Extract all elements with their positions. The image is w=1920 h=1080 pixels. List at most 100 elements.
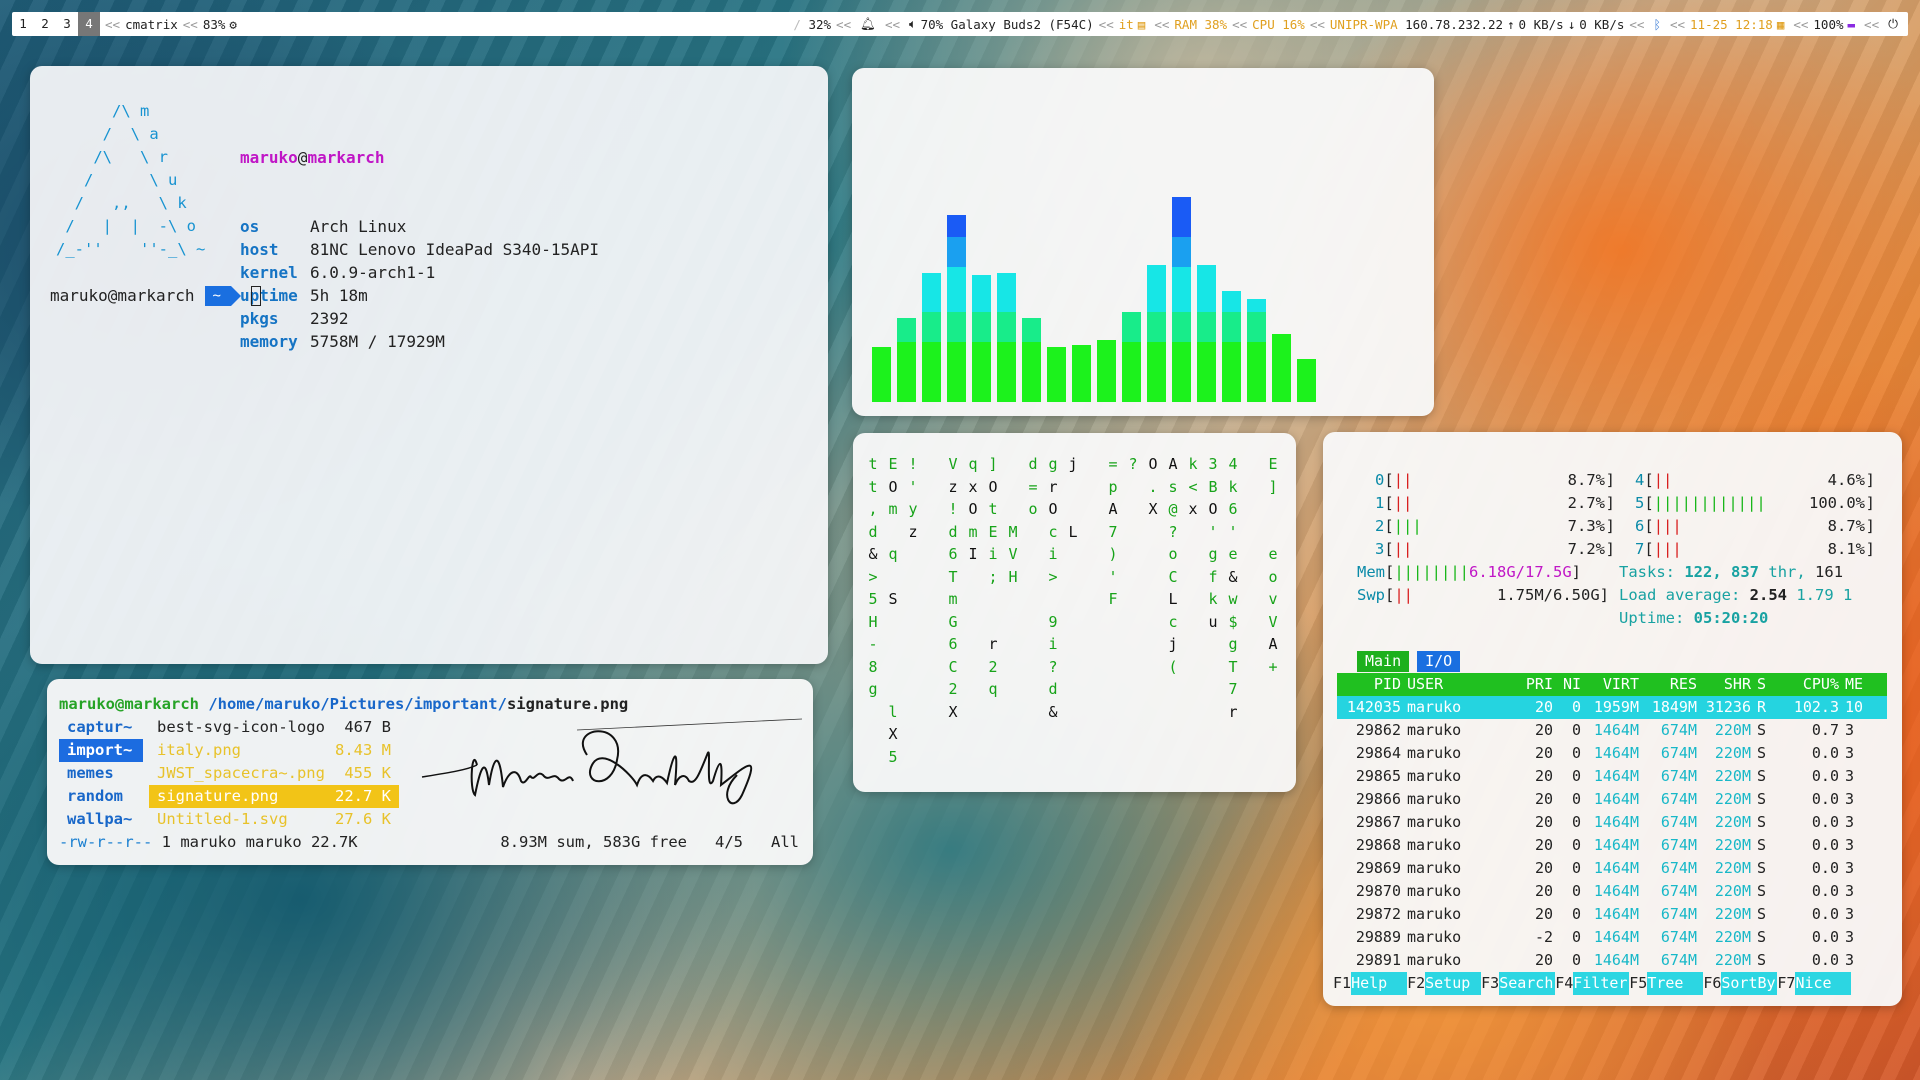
table-row[interactable]: 29870 maruko 20 0 1464M 674M 220M S 0.0 3 [1337, 880, 1887, 903]
workspace-2[interactable]: 2 [34, 12, 56, 36]
file-item[interactable]: italy.png 8.43 M [149, 739, 399, 762]
bluetooth-device[interactable]: Galaxy Buds2 (F54C) [951, 17, 1094, 32]
table-cell: 220M [1714, 767, 1751, 785]
table-row[interactable]: 29889 maruko -2 0 1464M 674M 220M S 0.0 3 [1337, 926, 1887, 949]
audio-bar-segment [897, 318, 916, 327]
speaker-icon[interactable]: 🔈︎ [909, 16, 917, 32]
table-cell: 1464M [1593, 836, 1639, 854]
matrix-glyph: g [1048, 455, 1058, 473]
audio-bar [1072, 345, 1091, 402]
table-row[interactable]: 29864 maruko 20 0 1464M 674M 220M S 0.0 3 [1337, 742, 1887, 765]
parent-dir-item[interactable]: random [59, 785, 143, 808]
workspace-1[interactable]: 1 [12, 12, 34, 36]
fkey-f5[interactable]: F5 [1629, 972, 1647, 995]
shell-prompt[interactable]: maruko@markarch ~ [50, 284, 261, 307]
matrix-glyph: F [1108, 590, 1118, 608]
table-cell: 0 [1571, 882, 1581, 900]
parent-dir-item[interactable]: import~ [59, 739, 143, 762]
table-row[interactable]: 29872 maruko 20 0 1464M 674M 220M S 0.0 3 [1337, 903, 1887, 926]
tab-io[interactable]: I/O [1417, 651, 1461, 672]
file-item[interactable]: signature.png 22.7 K [149, 785, 399, 808]
ranger-window[interactable]: maruko@markarch /home/maruko/Pictures/im… [47, 679, 813, 865]
audio-bar-segment [1247, 327, 1266, 342]
logo-line: /_-'' ''-_\ ~ [56, 240, 206, 258]
audio-bar-segment [997, 312, 1016, 327]
column-header[interactable]: VIRT [1583, 673, 1639, 696]
table-row[interactable]: 142035 maruko 20 0 1959M 1849M 31236 R 102.3 10 [1337, 696, 1887, 719]
fkey-f4[interactable]: F4 [1555, 972, 1573, 995]
matrix-column: g r Oc i > 9 i? d & [1043, 453, 1063, 723]
column-header[interactable]: SHR [1699, 673, 1751, 696]
matrix-glyph: z [908, 522, 918, 541]
bluetooth-icon[interactable]: ᛒ [1653, 17, 1661, 32]
logo-line: / \ u [56, 171, 178, 189]
table-cell: 20 [1534, 859, 1553, 877]
audio-bar-segment [1222, 372, 1241, 387]
column-header[interactable]: S [1757, 673, 1771, 696]
workspace-3[interactable]: 3 [56, 12, 78, 36]
gear-icon[interactable]: ⚙ [229, 17, 237, 32]
tab-main[interactable]: Main [1357, 651, 1410, 672]
file-item[interactable]: Untitled-1.svg 27.6 K [149, 808, 399, 831]
network-name[interactable]: UNIPR-WPA [1330, 17, 1398, 32]
fkey-label[interactable]: Tree [1647, 972, 1704, 995]
cpu-id: 1 [1375, 494, 1385, 512]
audio-bar-segment [1172, 252, 1191, 267]
matrix-glyph: - [868, 635, 878, 653]
fkey-f7[interactable]: F7 [1777, 972, 1795, 995]
file-size: 455 K [344, 764, 391, 782]
cava-visualizer-window[interactable] [852, 68, 1434, 416]
htop-window[interactable]: 0[|| 8.7%] 1[|| 2.7%] 2[||| 7.3%] 3[|| 7.2%] 4[|… [1323, 432, 1902, 1006]
table-row[interactable]: 29891 maruko 20 0 1464M 674M 220M S 0.0 3 [1337, 949, 1887, 972]
parent-dir-item[interactable]: wallpa~ [59, 808, 143, 831]
bracket: ] [1605, 517, 1615, 535]
table-row[interactable]: 29865 maruko 20 0 1464M 674M 220M S 0.0 3 [1337, 765, 1887, 788]
cpu-pct: 2.7% [1567, 494, 1605, 512]
column-header[interactable]: CPU% [1773, 673, 1839, 696]
column-header[interactable]: NI [1555, 673, 1581, 696]
file-item[interactable]: best-svg-icon-logo 467 B [149, 716, 399, 739]
fkey-label[interactable]: Help [1351, 972, 1408, 995]
audio-bar-segment [1222, 357, 1241, 372]
column-header[interactable]: USER [1407, 673, 1487, 696]
column-header[interactable]: PRI [1507, 673, 1553, 696]
matrix-glyph: v [1268, 590, 1278, 608]
table-row[interactable]: 29868 maruko 20 0 1464M 674M 220M S 0.0 3 [1337, 834, 1887, 857]
datetime[interactable]: 11-25 12:18 [1690, 17, 1773, 32]
fkey-f6[interactable]: F6 [1703, 972, 1721, 995]
fkey-f2[interactable]: F2 [1407, 972, 1425, 995]
fkey-label[interactable]: SortBy [1721, 972, 1778, 995]
table-row[interactable]: 29869 maruko 20 0 1464M 674M 220M S 0.0 3 [1337, 857, 1887, 880]
matrix-glyph: X [888, 725, 898, 743]
table-row[interactable]: 29866 maruko 20 0 1464M 674M 220M S 0.0 3 [1337, 788, 1887, 811]
workspace-4[interactable]: 4 [78, 12, 100, 36]
column-header[interactable]: RES [1641, 673, 1697, 696]
cmatrix-window[interactable]: tt,d&>5H-8gEOm q S lX5 ,/!'yzVz!d6TmG6C2… [853, 433, 1296, 792]
bell-icon[interactable]: 🔔︎ [860, 16, 876, 32]
process-table-header[interactable]: PID USER PRI NI VIRT RES SHR S CPU% ME [1337, 673, 1887, 696]
fkey-label[interactable]: Nice [1795, 972, 1852, 995]
matrix-glyph: T [1228, 657, 1238, 676]
column-header[interactable]: ME [1845, 673, 1885, 696]
matrix-glyph: 8 [868, 657, 878, 676]
table-row[interactable]: 29867 maruko 20 0 1464M 674M 220M S 0.0 3 [1337, 811, 1887, 834]
power-icon[interactable]: ⏻ [1888, 16, 1898, 32]
matrix-glyph: i [1048, 545, 1058, 563]
audio-bar-segment [1022, 327, 1041, 342]
file-size: 27.6 K [335, 810, 391, 828]
fkey-label[interactable]: Search [1499, 972, 1556, 995]
matrix-column: ] Ot Ei; r 2 q [983, 453, 1003, 701]
column-header[interactable]: PID [1345, 673, 1401, 696]
keyboard-layout[interactable]: it [1119, 17, 1134, 32]
audio-bar-segment [922, 273, 941, 282]
terminal-window-neofetch[interactable]: /\ m / \ a /\ \ r / \ u / ,, \ k / | | -… [30, 66, 828, 664]
file-item[interactable]: JWST_spacecra~.png 455 K [149, 762, 399, 785]
fkey-f3[interactable]: F3 [1481, 972, 1499, 995]
fkey-label[interactable]: Filter [1573, 972, 1630, 995]
matrix-glyph: E [988, 522, 998, 541]
fkey-f1[interactable]: F1 [1333, 972, 1351, 995]
fkey-label[interactable]: Setup [1425, 972, 1482, 995]
table-row[interactable]: 29862 maruko 20 0 1464M 674M 220M S 0.7 3 [1337, 719, 1887, 742]
parent-dir-item[interactable]: memes [59, 762, 143, 785]
parent-dir-item[interactable]: captur~ [59, 716, 143, 739]
